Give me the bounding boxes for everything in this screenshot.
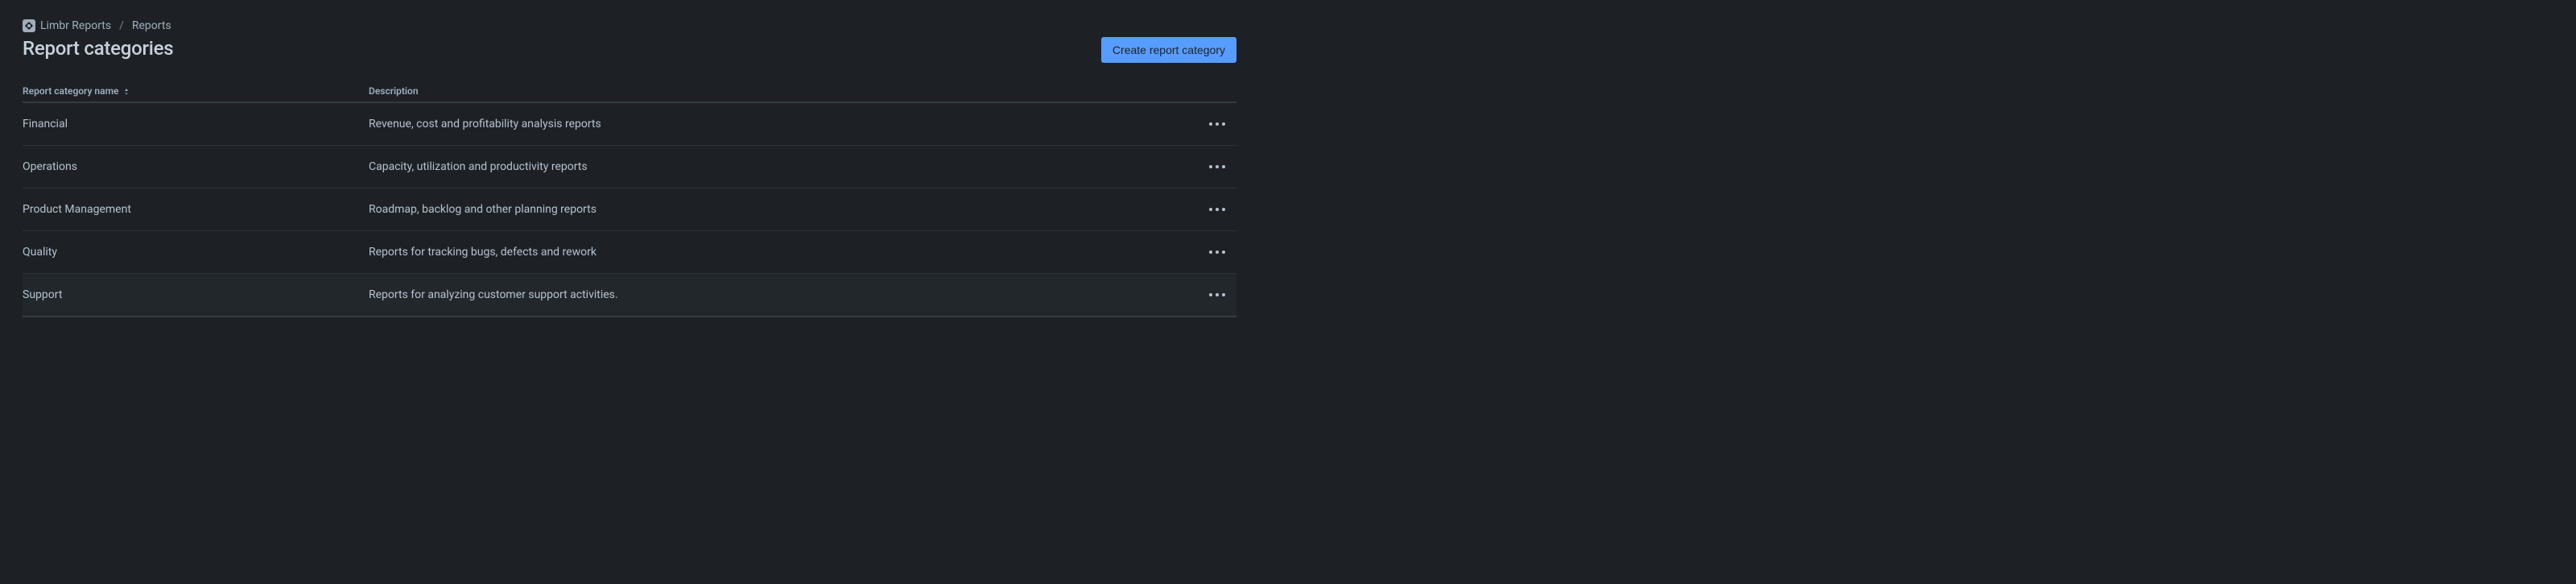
more-actions-icon[interactable] xyxy=(1204,154,1230,180)
column-header-name[interactable]: Report category name xyxy=(23,81,369,102)
row-name-cell: Quality xyxy=(23,231,369,274)
row-actions-cell xyxy=(1188,231,1236,274)
row-name-cell: Operations xyxy=(23,146,369,188)
table-row[interactable]: OperationsCapacity, utilization and prod… xyxy=(23,146,1236,188)
more-actions-icon[interactable] xyxy=(1204,111,1230,137)
row-description-cell: Reports for analyzing customer support a… xyxy=(369,274,1188,317)
row-description-cell: Roadmap, backlog and other planning repo… xyxy=(369,188,1188,231)
row-actions-cell xyxy=(1188,146,1236,188)
column-header-description[interactable]: Description xyxy=(369,81,1188,102)
breadcrumb-item-project[interactable]: Limbr Reports xyxy=(40,19,111,32)
row-description-cell: Reports for tracking bugs, defects and r… xyxy=(369,231,1188,274)
sort-icon xyxy=(122,88,130,96)
table-row[interactable]: Product ManagementRoadmap, backlog and o… xyxy=(23,188,1236,231)
more-actions-icon[interactable] xyxy=(1204,239,1230,265)
table-header-row: Report category name Description xyxy=(23,81,1236,102)
page-root: Limbr Reports / Reports Report categorie… xyxy=(0,0,1262,317)
more-actions-icon[interactable] xyxy=(1204,282,1230,308)
breadcrumb-item-section[interactable]: Reports xyxy=(132,19,171,32)
row-description-cell: Revenue, cost and profitability analysis… xyxy=(369,102,1188,146)
breadcrumb-separator: / xyxy=(119,19,124,32)
categories-table: Report category name Description Financi… xyxy=(23,81,1236,317)
table-row[interactable]: FinancialRevenue, cost and profitability… xyxy=(23,102,1236,146)
column-header-name-label: Report category name xyxy=(23,85,118,97)
table-row[interactable]: QualityReports for tracking bugs, defect… xyxy=(23,231,1236,274)
row-actions-cell xyxy=(1188,102,1236,146)
row-name-cell: Product Management xyxy=(23,188,369,231)
page-title: Report categories xyxy=(23,37,173,60)
create-category-button[interactable]: Create report category xyxy=(1101,37,1236,63)
breadcrumb: Limbr Reports / Reports xyxy=(23,19,1236,32)
table-row[interactable]: SupportReports for analyzing customer su… xyxy=(23,274,1236,317)
row-name-cell: Financial xyxy=(23,102,369,146)
column-header-actions xyxy=(1188,81,1236,102)
row-name-cell: Support xyxy=(23,274,369,317)
row-description-cell: Capacity, utilization and productivity r… xyxy=(369,146,1188,188)
column-header-description-label: Description xyxy=(369,85,419,97)
header-row: Report categories Create report category xyxy=(23,37,1236,63)
row-actions-cell xyxy=(1188,274,1236,317)
more-actions-icon[interactable] xyxy=(1204,197,1230,222)
row-actions-cell xyxy=(1188,188,1236,231)
project-icon xyxy=(23,19,35,32)
